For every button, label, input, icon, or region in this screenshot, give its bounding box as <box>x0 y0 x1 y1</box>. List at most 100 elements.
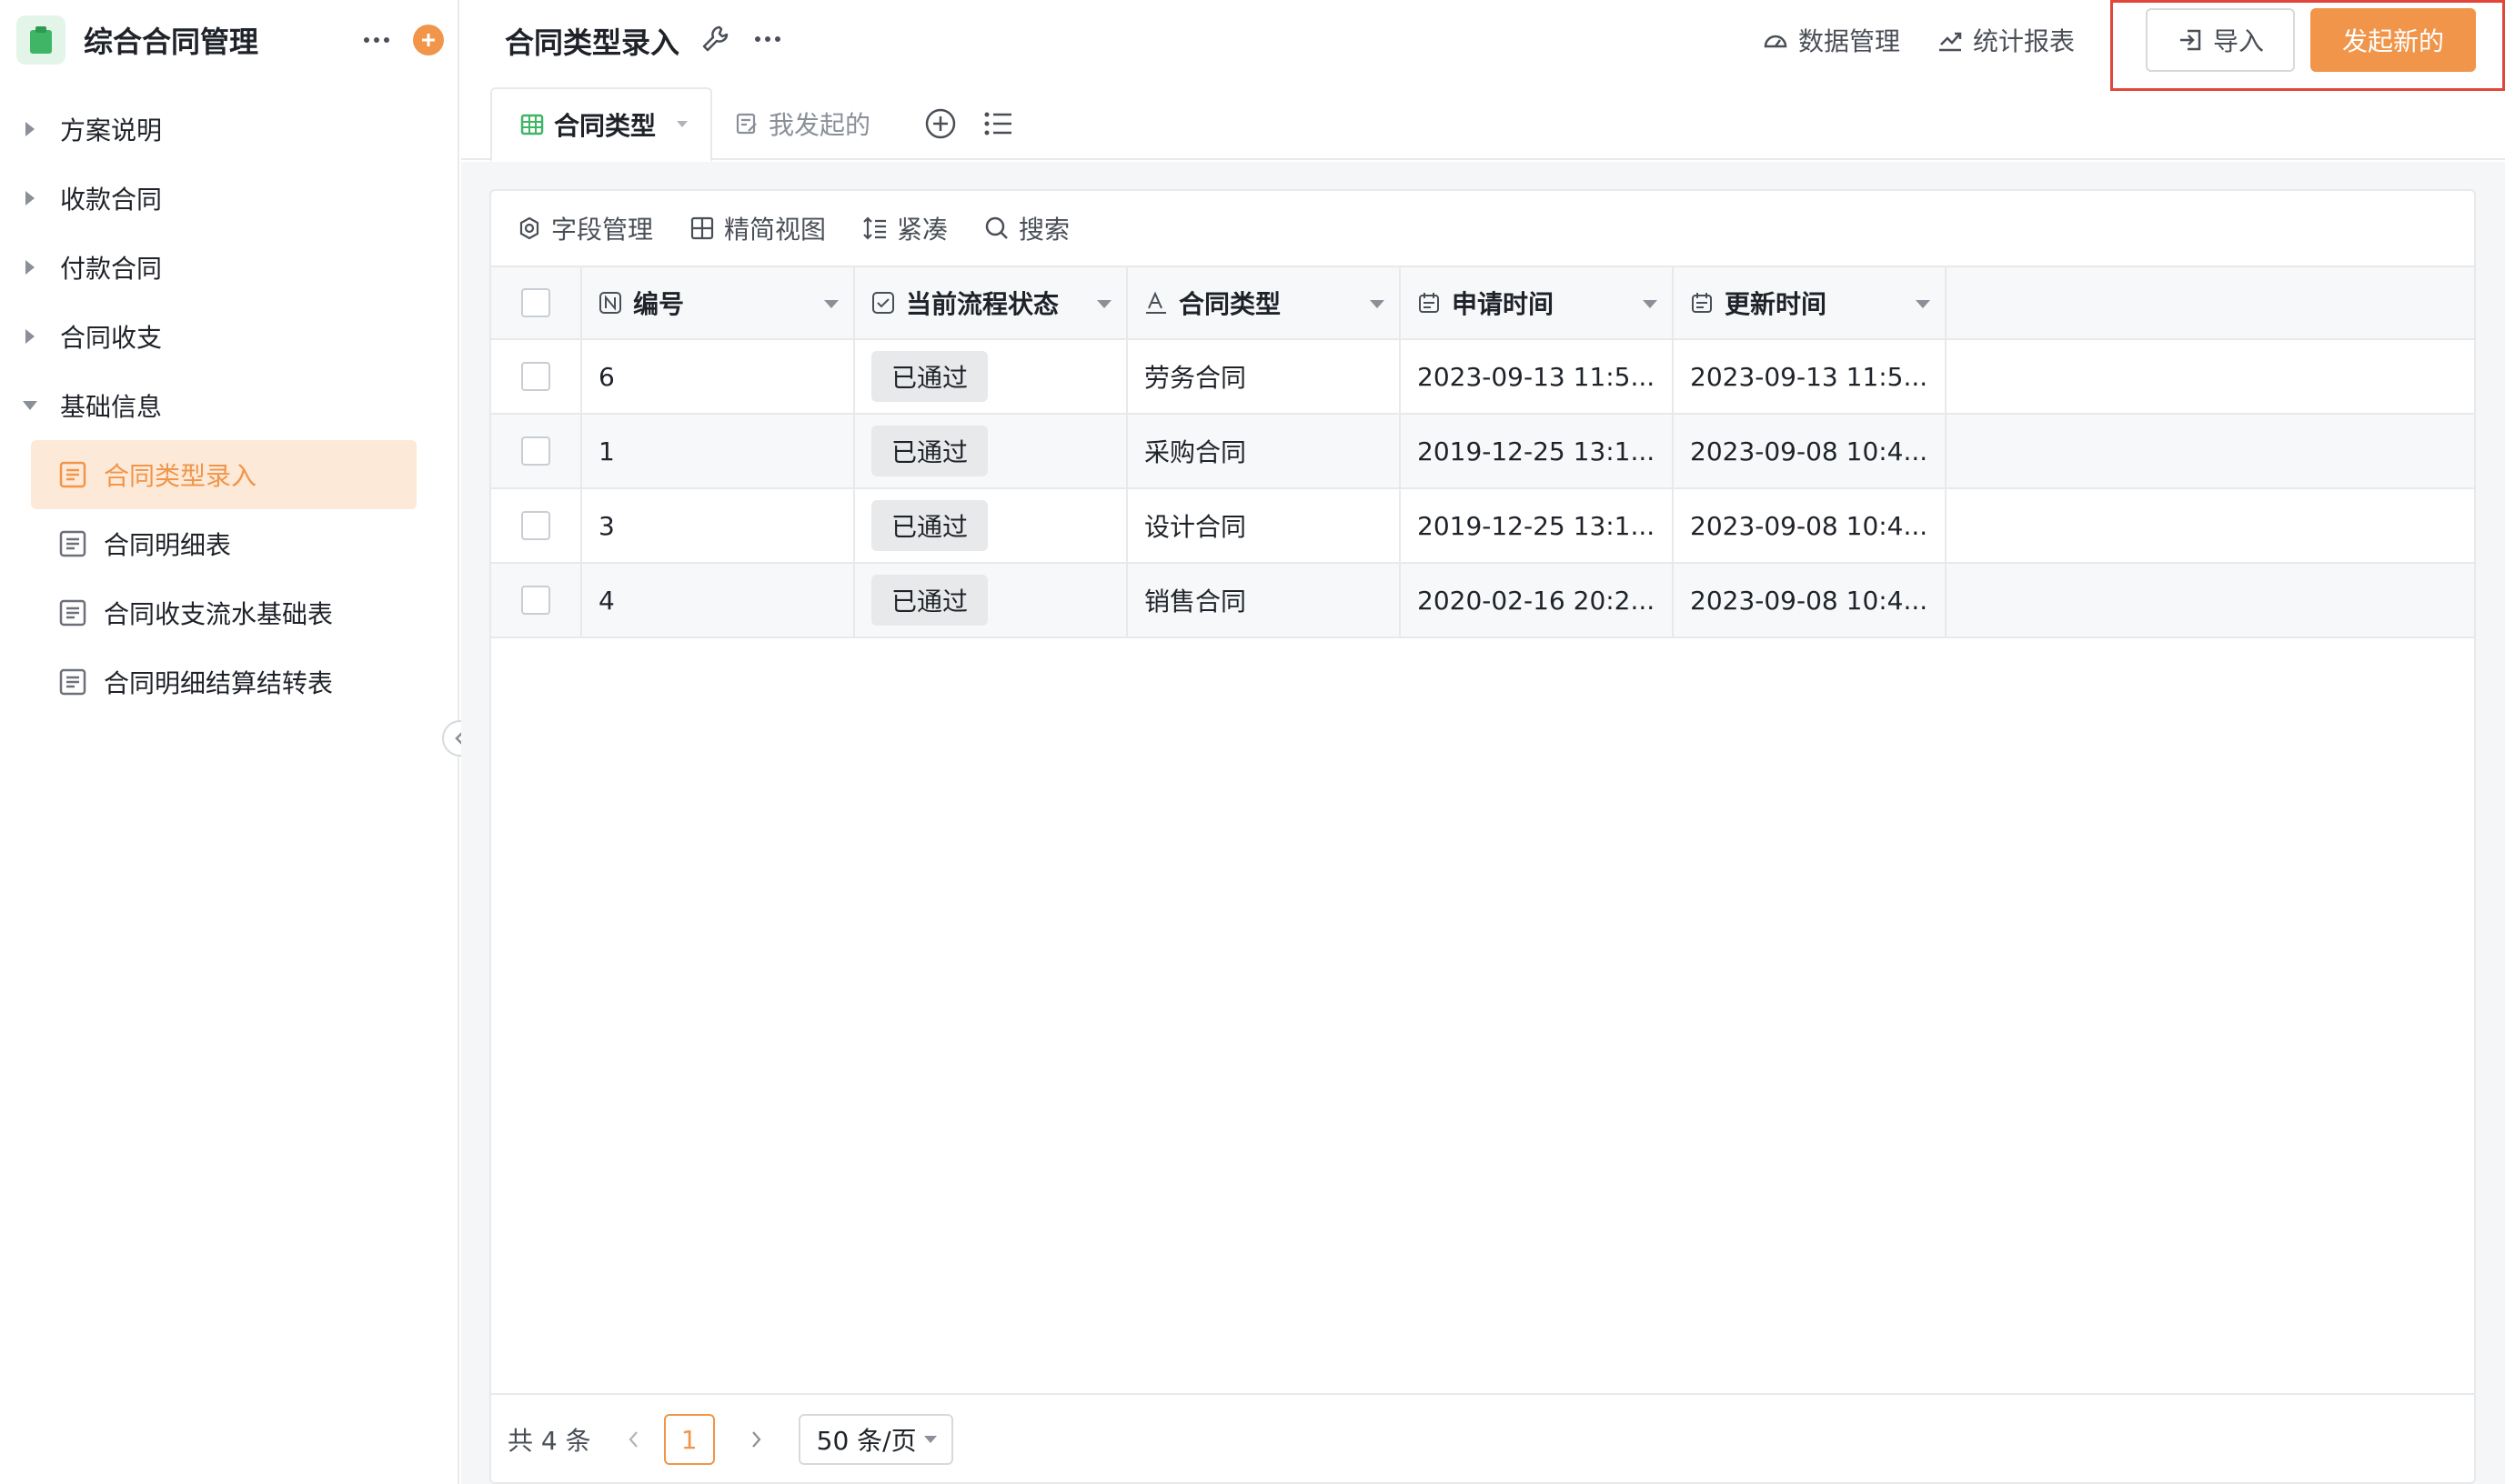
cell-status[interactable]: 已通过 <box>855 340 1128 413</box>
cell-apply-time[interactable]: 2019-12-25 13:1... <box>1401 415 1674 487</box>
prev-page-button[interactable] <box>615 1421 651 1458</box>
cell-apply-time[interactable]: 2023-09-13 11:5... <box>1401 340 1674 413</box>
sidebar-item-label: 合同收支流水基础表 <box>104 599 334 629</box>
caret-right-icon <box>22 328 38 345</box>
row-checkbox[interactable] <box>521 362 550 391</box>
cell-id[interactable]: 6 <box>582 340 855 413</box>
next-page-button[interactable] <box>739 1421 775 1458</box>
sidebar-item-settlement[interactable]: 合同明细结算结转表 <box>31 647 417 717</box>
sort-caret-icon[interactable] <box>1097 300 1112 308</box>
column-header-update-time[interactable]: 更新时间 <box>1674 267 1947 338</box>
clipboard-icon <box>16 15 65 65</box>
more-icon[interactable] <box>357 20 397 60</box>
data-manage-link[interactable]: 数据管理 <box>1762 22 1900 58</box>
page-number-button[interactable]: 1 <box>663 1414 715 1465</box>
sidebar-group-plan[interactable]: 方案说明 <box>0 95 459 164</box>
field-manage-label: 字段管理 <box>551 215 654 245</box>
sidebar-item-label: 合同类型录入 <box>104 461 257 491</box>
more-icon[interactable] <box>752 24 783 55</box>
field-manage-button[interactable]: 字段管理 <box>517 210 653 246</box>
status-badge: 已通过 <box>871 500 989 551</box>
sidebar-group-basic-info[interactable]: 基础信息 <box>0 371 459 440</box>
table-row[interactable]: 3 已通过 设计合同 2019-12-25 13:1... 2023-09-08… <box>491 489 2474 564</box>
cell-status[interactable]: 已通过 <box>855 564 1128 637</box>
stats-report-link[interactable]: 统计报表 <box>1937 22 2075 58</box>
cell-id[interactable]: 3 <box>582 489 855 562</box>
column-header-status[interactable]: 当前流程状态 <box>855 267 1128 338</box>
cell-type[interactable]: 采购合同 <box>1128 415 1401 487</box>
column-header-label: 编号 <box>633 289 685 319</box>
cell-type[interactable]: 销售合同 <box>1128 564 1401 637</box>
sort-caret-icon[interactable] <box>1370 300 1384 308</box>
sidebar-item-contract-type[interactable]: 合同类型录入 <box>31 440 417 509</box>
row-select-cell <box>491 340 582 413</box>
table-row[interactable]: 1 已通过 采购合同 2019-12-25 13:1... 2023-09-08… <box>491 415 2474 489</box>
cell-empty <box>1947 564 2474 637</box>
cell-apply-time[interactable]: 2019-12-25 13:1... <box>1401 489 1674 562</box>
total-count: 共 4 条 <box>508 1426 591 1456</box>
tab-my-initiated[interactable]: 我发起的 <box>734 87 870 160</box>
row-select-cell <box>491 564 582 637</box>
sidebar-group-income-expense[interactable]: 合同收支 <box>0 302 459 371</box>
search-button[interactable]: 搜索 <box>984 210 1070 246</box>
simple-view-label: 精简视图 <box>724 215 827 245</box>
cell-update-time[interactable]: 2023-09-13 11:5... <box>1674 340 1947 413</box>
sort-caret-icon[interactable] <box>824 300 839 308</box>
tab-contract-type[interactable]: 合同类型 <box>490 87 712 162</box>
page-size-value: 50 条/页 <box>816 1426 917 1456</box>
caret-right-icon <box>22 259 38 276</box>
import-icon <box>2179 29 2201 51</box>
sidebar-item-label: 合同明细表 <box>104 530 232 560</box>
pagination-bar: 共 4 条 1 50 条/页 <box>491 1393 2474 1484</box>
wrench-icon[interactable] <box>699 24 730 55</box>
compact-button[interactable]: 紧凑 <box>862 210 948 246</box>
cell-type[interactable]: 劳务合同 <box>1128 340 1401 413</box>
cell-update-time[interactable]: 2023-09-08 10:4... <box>1674 489 1947 562</box>
top-bar: 合同类型录入 数据管理 统计报表 导入 发起新的 <box>461 0 2505 91</box>
data-manage-label: 数据管理 <box>1798 26 1901 56</box>
caret-right-icon <box>22 121 38 137</box>
column-header-type[interactable]: 合同类型 <box>1128 267 1401 338</box>
form-icon <box>59 530 86 557</box>
search-label: 搜索 <box>1019 215 1071 245</box>
cell-id[interactable]: 4 <box>582 564 855 637</box>
simple-view-button[interactable]: 精简视图 <box>689 210 826 246</box>
cell-update-time[interactable]: 2023-09-08 10:4... <box>1674 415 1947 487</box>
sidebar-item-cashflow-base[interactable]: 合同收支流水基础表 <box>31 578 417 647</box>
add-view-icon[interactable] <box>922 105 959 142</box>
column-header-apply-time[interactable]: 申请时间 <box>1401 267 1674 338</box>
form-icon <box>59 599 86 627</box>
compact-label: 紧凑 <box>897 215 949 245</box>
cell-status[interactable]: 已通过 <box>855 489 1128 562</box>
import-button[interactable]: 导入 <box>2146 8 2295 72</box>
page-size-select[interactable]: 50 条/页 <box>798 1414 953 1465</box>
column-header-id[interactable]: 编号 <box>582 267 855 338</box>
list-icon[interactable] <box>980 105 1016 142</box>
cell-id[interactable]: 1 <box>582 415 855 487</box>
table-row[interactable]: 6 已通过 劳务合同 2023-09-13 11:5... 2023-09-13… <box>491 340 2474 415</box>
sort-caret-icon[interactable] <box>1916 300 1930 308</box>
tab-label: 我发起的 <box>769 110 871 140</box>
checkbox-field-icon <box>872 292 894 314</box>
table-row[interactable]: 4 已通过 销售合同 2020-02-16 20:2... 2023-09-08… <box>491 564 2474 638</box>
sidebar-group-payment[interactable]: 付款合同 <box>0 233 459 302</box>
row-checkbox[interactable] <box>521 511 550 540</box>
select-all-checkbox[interactable] <box>521 288 550 317</box>
start-new-button[interactable]: 发起新的 <box>2310 8 2476 72</box>
caret-down-icon <box>677 121 689 127</box>
caret-down-icon <box>923 1436 937 1443</box>
cell-update-time[interactable]: 2023-09-08 10:4... <box>1674 564 1947 637</box>
add-icon[interactable] <box>413 25 444 55</box>
cell-type[interactable]: 设计合同 <box>1128 489 1401 562</box>
row-checkbox[interactable] <box>521 436 550 466</box>
cell-status[interactable]: 已通过 <box>855 415 1128 487</box>
sidebar-item-contract-detail[interactable]: 合同明细表 <box>31 509 417 578</box>
edit-form-icon <box>736 113 757 135</box>
chevron-right-icon <box>751 1431 761 1448</box>
tab-label: 合同类型 <box>554 111 657 141</box>
row-select-cell <box>491 489 582 562</box>
sidebar-group-receipt[interactable]: 收款合同 <box>0 164 459 233</box>
sort-caret-icon[interactable] <box>1643 300 1657 308</box>
row-checkbox[interactable] <box>521 586 550 615</box>
cell-apply-time[interactable]: 2020-02-16 20:2... <box>1401 564 1674 637</box>
